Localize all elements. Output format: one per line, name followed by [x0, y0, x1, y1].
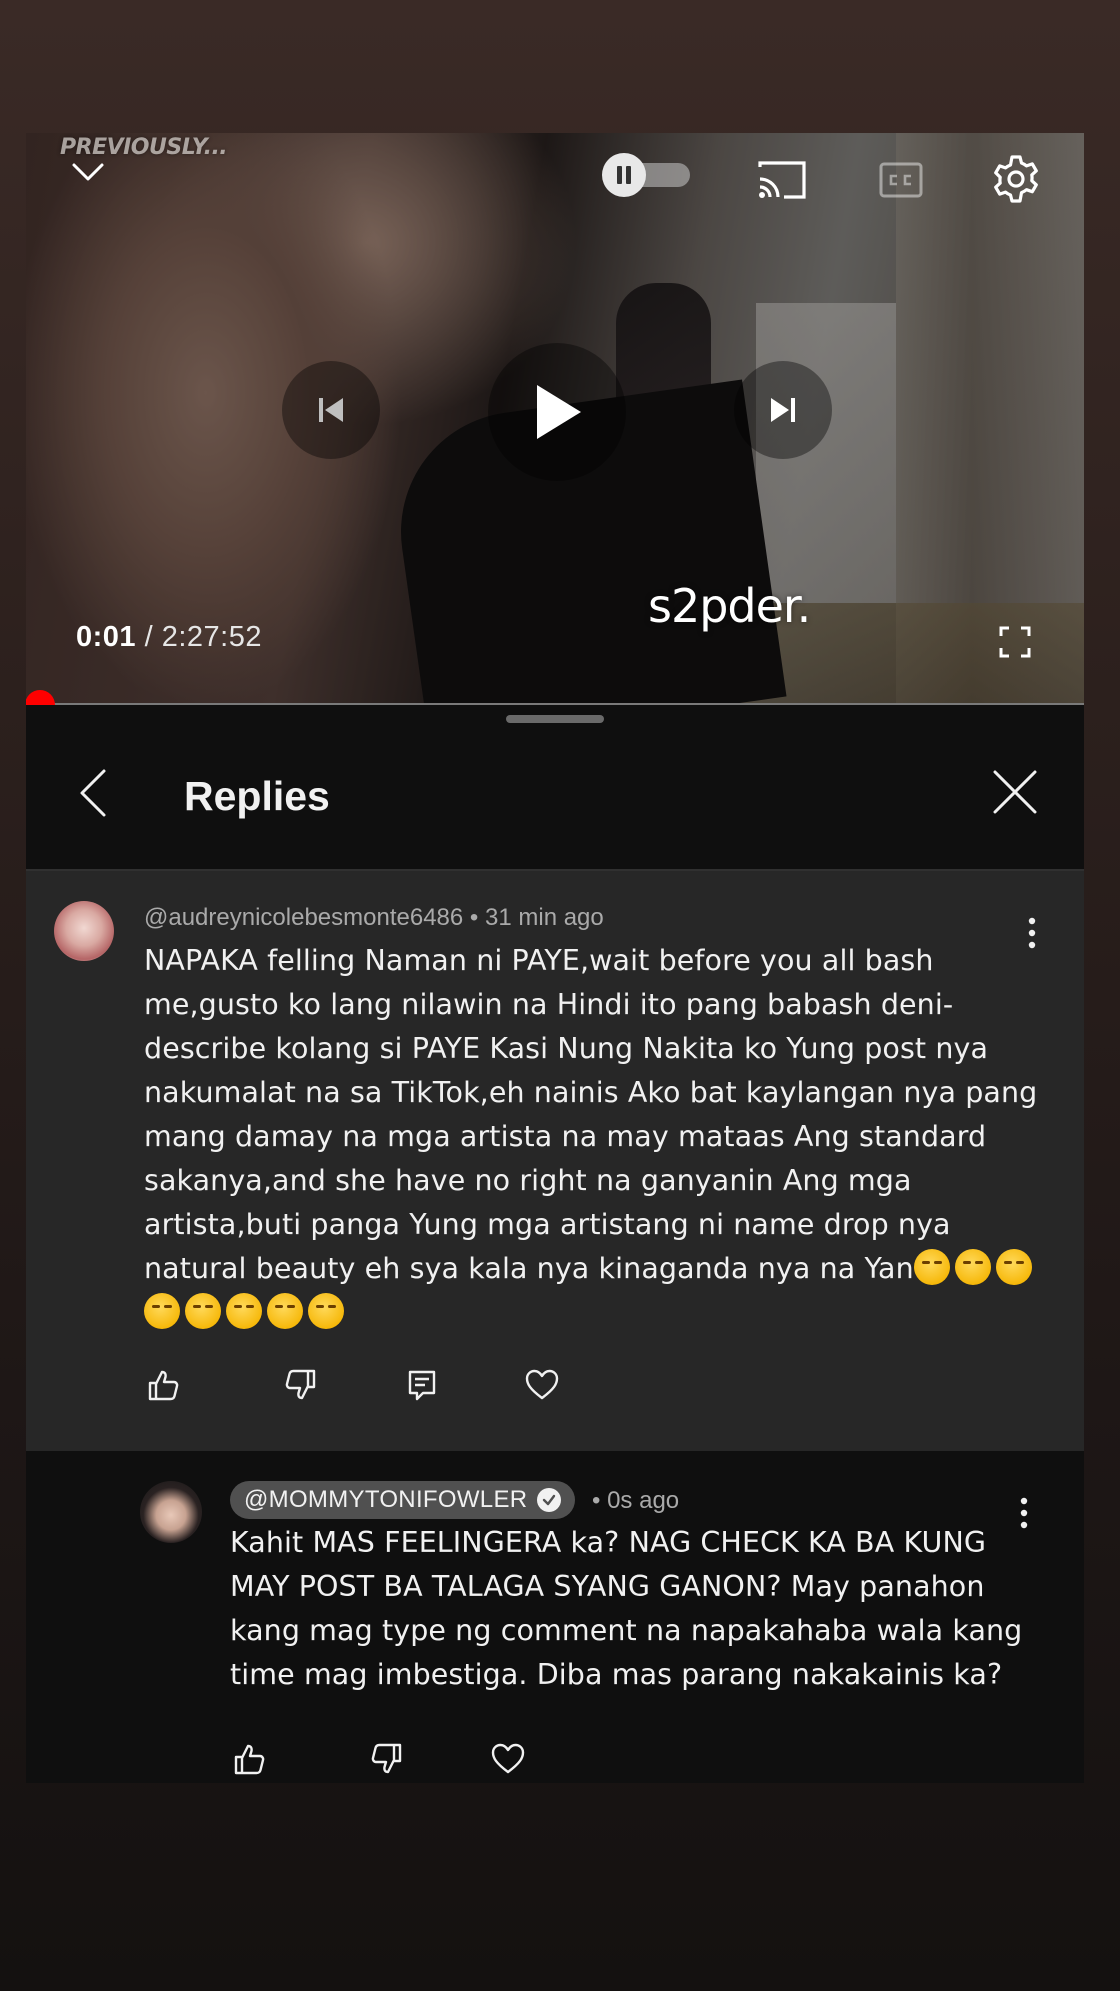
comment-author[interactable]: @audreynicolebesmonte6486 — [144, 904, 463, 931]
cast-icon[interactable] — [754, 157, 810, 203]
close-icon[interactable] — [990, 767, 1040, 817]
meta-dot: • — [592, 1487, 608, 1514]
drag-handle[interactable] — [506, 715, 604, 723]
smirk-emoji-icon — [913, 1249, 950, 1285]
reply-actions — [230, 1739, 528, 1779]
pause-icon — [602, 153, 646, 197]
reply-meta: • 0s ago — [592, 1487, 679, 1515]
fullscreen-icon[interactable] — [998, 625, 1032, 659]
thumbs-up-icon[interactable] — [144, 1365, 184, 1405]
channel-badge[interactable]: @MOMMYTONIFOWLER — [230, 1481, 576, 1519]
comment-meta: @audreynicolebesmonte6486 • 31 min ago — [144, 904, 604, 932]
raised-eyebrow-emoji-icon — [226, 1293, 262, 1329]
comment-time: 31 min ago — [485, 904, 604, 931]
thumbs-down-icon[interactable] — [366, 1739, 406, 1779]
time-separator: / — [136, 621, 162, 653]
comment-text: NAPAKA felling Naman ni PAYE,wait before… — [144, 944, 1038, 1285]
meta-dot: • — [469, 904, 485, 931]
reply-comment: @MOMMYTONIFOWLER • 0s ago Kahit MAS FEEL… — [26, 1451, 1084, 1783]
comment-actions — [144, 1365, 562, 1405]
play-button[interactable] — [488, 343, 626, 481]
verified-check-icon — [537, 1488, 562, 1512]
reply-icon[interactable] — [402, 1365, 442, 1405]
thumbs-up-icon[interactable] — [230, 1739, 270, 1779]
parent-comment: @audreynicolebesmonte6486 • 31 min ago N… — [26, 871, 1084, 1451]
smirk-emoji-icon — [954, 1249, 991, 1285]
cc-icon[interactable] — [878, 161, 924, 199]
video-watermark: s2pder. — [648, 579, 811, 633]
gear-icon[interactable] — [990, 153, 1042, 205]
comment-body: NAPAKA felling Naman ni PAYE,wait before… — [144, 939, 1044, 1335]
next-button[interactable] — [734, 361, 832, 459]
autoplay-toggle[interactable] — [602, 153, 692, 197]
raised-eyebrow-emoji-icon — [185, 1293, 221, 1329]
raised-eyebrow-emoji-icon — [144, 1293, 180, 1329]
thumbs-down-icon[interactable] — [280, 1365, 320, 1405]
app-screen: PREVIOUSLY... 0:01 / 2:27:52 s2pder. Rep… — [26, 133, 1084, 1783]
skip-previous-icon — [319, 398, 343, 422]
heart-icon[interactable] — [522, 1365, 562, 1405]
raised-eyebrow-emoji-icon — [308, 1293, 344, 1329]
play-icon — [537, 385, 581, 439]
previous-button[interactable] — [282, 361, 380, 459]
smirk-emoji-icon — [995, 1249, 1032, 1285]
more-vertical-icon[interactable] — [1026, 915, 1038, 951]
video-player[interactable]: PREVIOUSLY... 0:01 / 2:27:52 s2pder. — [26, 133, 1084, 705]
heart-icon[interactable] — [488, 1739, 528, 1779]
more-vertical-icon[interactable] — [1018, 1495, 1030, 1531]
current-time: 0:01 — [76, 621, 137, 653]
chevron-left-icon[interactable] — [74, 765, 114, 821]
chevron-down-icon[interactable] — [68, 157, 108, 187]
avatar[interactable] — [140, 1481, 202, 1543]
video-duration: 2:27:52 — [161, 621, 262, 653]
reply-time: 0s ago — [607, 1487, 680, 1514]
progress-bar[interactable] — [26, 703, 1084, 705]
reply-text: Kahit MAS FEELINGERA ka? NAG CHECK KA BA… — [230, 1526, 1023, 1691]
reply-author: @MOMMYTONIFOWLER — [244, 1486, 528, 1513]
video-timecode: 0:01 / 2:27:52 — [76, 621, 262, 654]
raised-eyebrow-emoji-icon — [267, 1293, 303, 1329]
replies-panel-header: Replies — [26, 715, 1084, 875]
avatar[interactable] — [54, 901, 114, 961]
panel-title: Replies — [184, 773, 330, 819]
skip-next-icon — [771, 398, 795, 422]
